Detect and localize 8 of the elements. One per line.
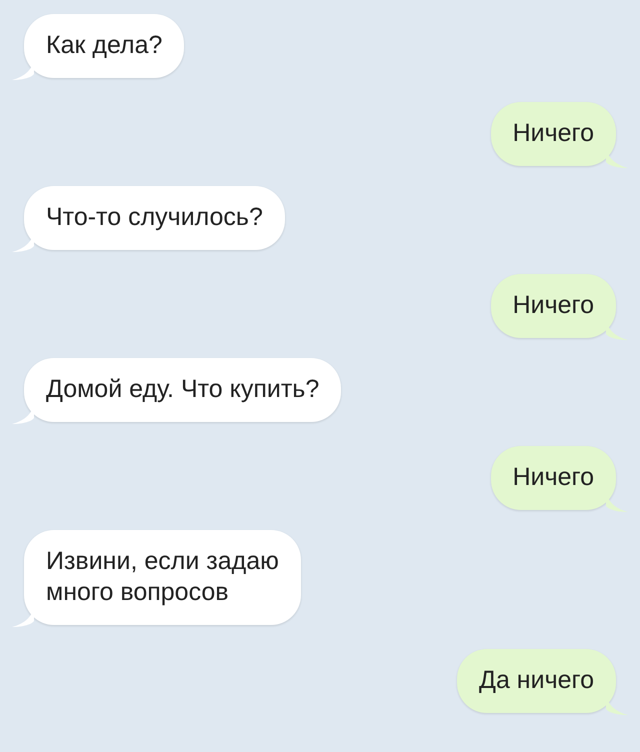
incoming-message: Домой еду. Что купить? xyxy=(24,358,342,422)
incoming-message: Как дела? xyxy=(24,14,184,78)
outgoing-message: Да ничего xyxy=(457,649,616,713)
outgoing-message: Ничего xyxy=(490,102,616,166)
outgoing-message: Ничего xyxy=(490,446,616,510)
incoming-message: Извини, если задаю много вопросов xyxy=(24,530,301,625)
outgoing-message: Ничего xyxy=(490,274,616,338)
incoming-message: Что-то случилось? xyxy=(24,186,285,250)
